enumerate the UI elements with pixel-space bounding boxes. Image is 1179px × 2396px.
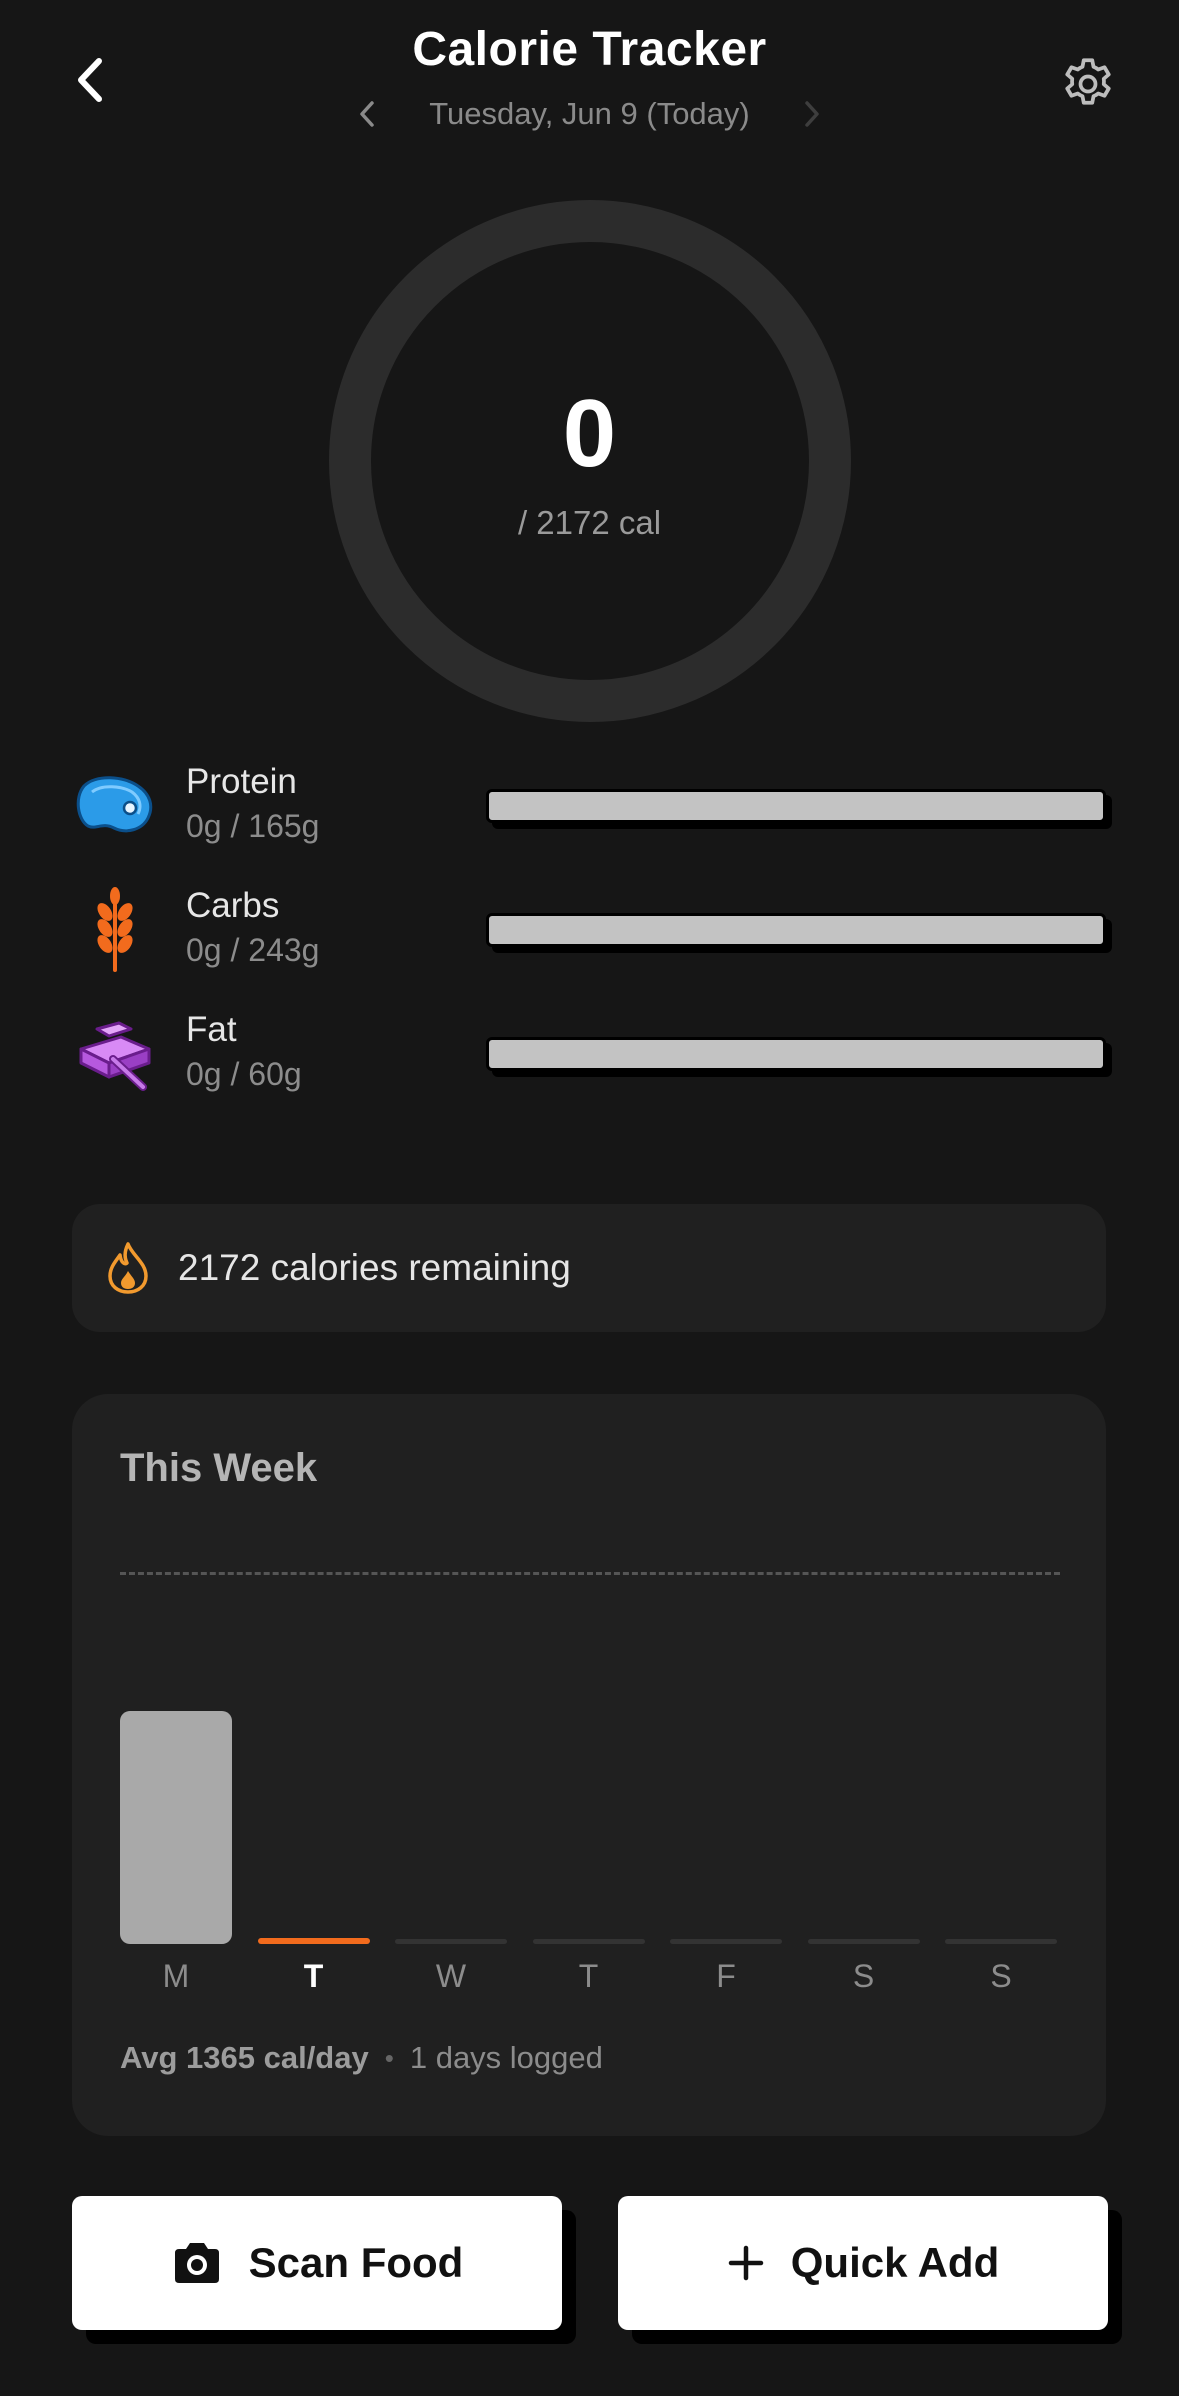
day-label: S bbox=[852, 1958, 875, 1994]
current-date: Tuesday, Jun 9 (Today) bbox=[429, 96, 750, 131]
day-bar bbox=[670, 1939, 782, 1944]
macro-label: Protein bbox=[186, 762, 297, 801]
goal-line bbox=[120, 1572, 1060, 1575]
scan-food-label: Scan Food bbox=[248, 2239, 464, 2286]
chevron-right-icon bbox=[805, 101, 819, 127]
page-title: Calorie Tracker bbox=[412, 23, 767, 76]
calories-remaining-text: 2172 calories remaining bbox=[178, 1247, 571, 1288]
day-label: T bbox=[303, 1958, 324, 1994]
wheat-icon bbox=[72, 886, 158, 972]
day-bar bbox=[807, 1939, 920, 1944]
macro-progress-bar bbox=[486, 789, 1106, 823]
macro-amount: 0g / 60g bbox=[186, 1056, 302, 1092]
butter-icon bbox=[72, 1010, 158, 1096]
settings-button[interactable] bbox=[1056, 52, 1120, 116]
day-bar bbox=[945, 1939, 1057, 1944]
chevron-left-icon bbox=[360, 101, 374, 127]
macro-amount: 0g / 165g bbox=[186, 808, 320, 844]
macro-amount: 0g / 243g bbox=[186, 932, 320, 968]
macro-progress-bar bbox=[486, 1037, 1106, 1071]
day-label: F bbox=[716, 1958, 736, 1994]
week-title: This Week bbox=[120, 1446, 318, 1490]
day-bar bbox=[120, 1710, 232, 1944]
flame-icon bbox=[106, 1240, 154, 1296]
previous-day-button[interactable] bbox=[349, 96, 385, 132]
calories-consumed: 0 bbox=[562, 380, 617, 487]
date-navigator: Tuesday, Jun 9 (Today) bbox=[0, 96, 1179, 132]
macro-label: Carbs bbox=[186, 886, 280, 925]
quick-add-label: Quick Add bbox=[790, 2239, 1000, 2286]
weekly-summary-card: This Week M T W T F S S Avg 1365 cal/day • 1 d… bbox=[72, 1394, 1106, 2136]
separator-dot: • bbox=[384, 2042, 394, 2073]
day-bar bbox=[532, 1939, 645, 1944]
quick-add-button[interactable]: Quick Add bbox=[618, 2196, 1108, 2330]
calorie-goal: / 2172 cal bbox=[517, 504, 662, 541]
calories-remaining-card: 2172 calories remaining bbox=[72, 1204, 1106, 1332]
scan-food-button[interactable]: Scan Food bbox=[72, 2196, 562, 2330]
camera-icon bbox=[174, 2243, 219, 2283]
day-label: W bbox=[435, 1958, 467, 1994]
steak-icon bbox=[72, 764, 158, 850]
day-bar bbox=[257, 1938, 370, 1944]
macro-progress-bar bbox=[486, 913, 1106, 947]
gear-icon bbox=[1065, 58, 1111, 105]
macro-label: Fat bbox=[186, 1010, 237, 1049]
day-bar bbox=[395, 1939, 507, 1944]
next-day-button[interactable] bbox=[794, 96, 830, 132]
day-label: T bbox=[578, 1958, 599, 1994]
average-calories: Avg 1365 cal/day bbox=[120, 2040, 369, 2075]
days-logged: 1 days logged bbox=[409, 2040, 603, 2075]
week-stats: Avg 1365 cal/day • 1 days logged bbox=[120, 2040, 603, 2076]
plus-icon bbox=[728, 2245, 764, 2281]
day-label: M bbox=[162, 1958, 190, 1994]
day-label: S bbox=[990, 1958, 1012, 1994]
